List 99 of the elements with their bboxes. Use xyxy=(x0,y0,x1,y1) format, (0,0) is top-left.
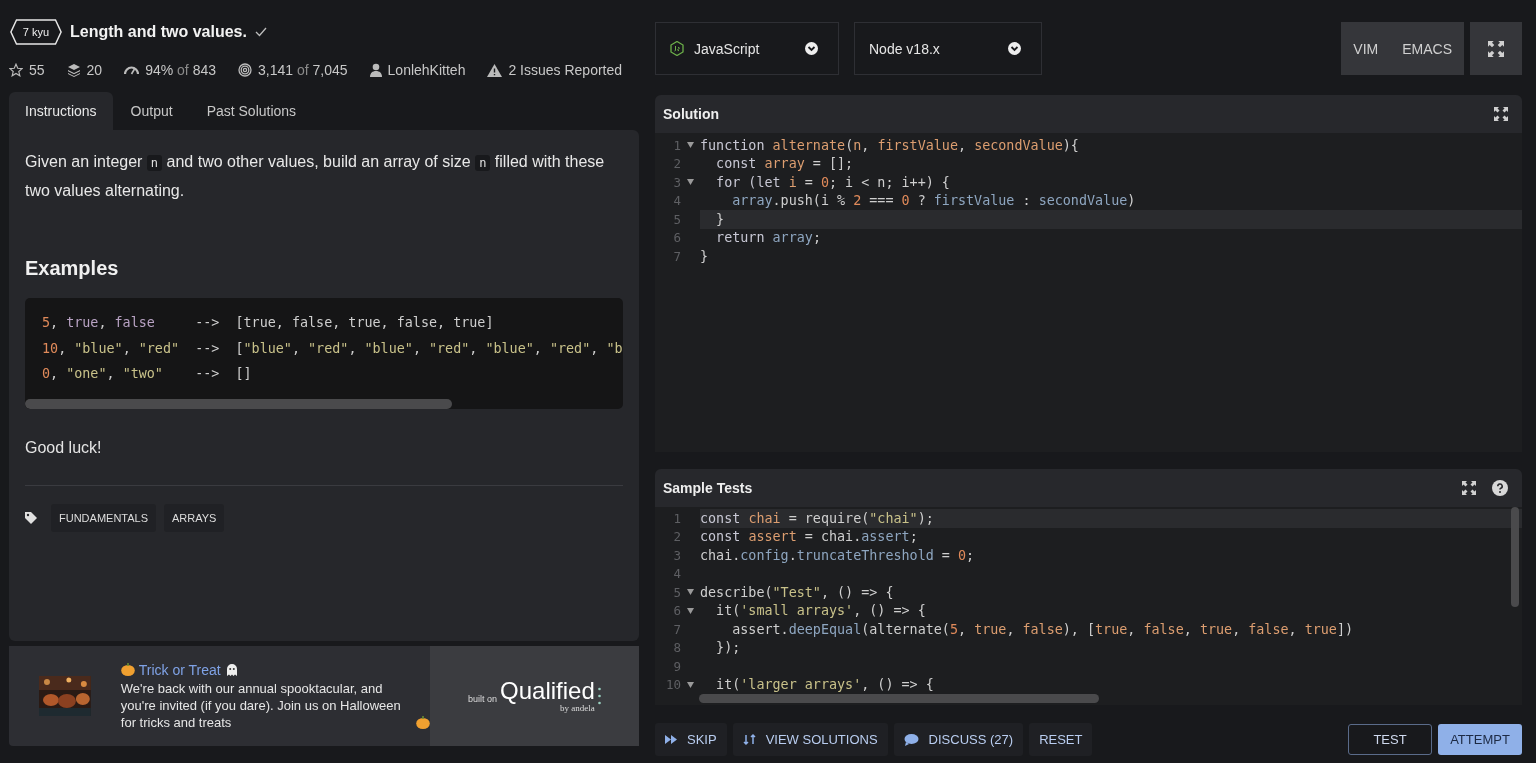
editor-mode-button[interactable]: EMACS xyxy=(1390,22,1464,75)
built-on-text: built on xyxy=(468,694,497,704)
completions-stat: 3,141 of 7,045 xyxy=(258,62,348,78)
brand-byline: by andela xyxy=(560,703,595,713)
fold-arrow-icon[interactable] xyxy=(687,589,694,596)
fold-arrow-icon[interactable] xyxy=(687,179,694,186)
line-number: 9 xyxy=(672,658,681,674)
tag[interactable]: FUNDAMENTALS xyxy=(51,504,157,532)
fullscreen-button[interactable] xyxy=(1470,22,1522,75)
caret-icon xyxy=(805,42,818,55)
line-number: 7 xyxy=(672,621,681,637)
language-dropdown[interactable]: JavaScript xyxy=(655,22,839,75)
expand-icon[interactable] xyxy=(1462,481,1476,495)
description-text: Given an integer n and two other values, build an array of size n filled with these two values alternating. xyxy=(25,152,606,201)
scrollbar-thumb[interactable] xyxy=(699,694,1099,703)
closing-text: Good luck! xyxy=(25,439,103,457)
fold-arrow-icon[interactable] xyxy=(687,681,694,688)
kata-title: Length and two values. xyxy=(70,23,247,41)
panel-title: Sample Tests xyxy=(663,480,753,496)
scrollbar-thumb[interactable] xyxy=(1511,507,1519,607)
attempt-button[interactable]: ATTEMPT xyxy=(1438,724,1522,755)
line-number: 3 xyxy=(672,547,681,563)
help-icon[interactable] xyxy=(1492,480,1508,496)
code-line: const assert = chai.assert; xyxy=(700,529,918,545)
target-icon xyxy=(238,63,252,77)
collections-stat: 20 xyxy=(86,62,103,78)
pumpkin-icon xyxy=(120,663,135,676)
layers-icon xyxy=(66,63,81,77)
line-number: 1 xyxy=(672,510,681,526)
code-line: 10, "blue", "red" --> ["blue", "red", "blue", "red", "blue", "red", "b xyxy=(42,339,623,358)
code-line: chai.config.truncateThreshold = 0; xyxy=(700,547,975,563)
line-number: 7 xyxy=(672,248,681,264)
line-number: 4 xyxy=(672,566,681,582)
swap-arrows-icon xyxy=(742,733,756,746)
code-line: } xyxy=(715,211,725,227)
line-number: 5 xyxy=(672,211,681,227)
code-line: 0, "one", "two" --> [] xyxy=(42,365,252,383)
tag-icon xyxy=(25,512,37,524)
discuss-button[interactable]: DISCUSS (27) xyxy=(893,723,1024,756)
solutions-button[interactable]: VIEW SOLUTIONS xyxy=(732,723,888,756)
rank-badge: 7 kyu xyxy=(10,19,62,45)
tag[interactable]: ARRAYS xyxy=(164,504,225,532)
code-line: }); xyxy=(715,640,741,656)
expand-icon xyxy=(1488,40,1504,57)
code-line: for (let i = 0; i < n; i++) { xyxy=(715,174,950,190)
editor-mode-button[interactable]: VIM xyxy=(1341,22,1391,75)
line-number: 2 xyxy=(672,529,681,545)
code-line: 5, true, false --> [true, false, true, false, true] xyxy=(42,314,494,332)
js-logo-icon xyxy=(670,41,684,56)
scrollbar-thumb[interactable] xyxy=(25,399,452,409)
code-line: function alternate(n, firstValue, secondValue){ xyxy=(700,137,1079,153)
user-icon xyxy=(369,63,382,77)
line-number: 2 xyxy=(672,156,681,172)
fold-arrow-icon[interactable] xyxy=(687,142,694,149)
ghost-icon xyxy=(224,662,239,677)
line-number: 6 xyxy=(672,230,681,246)
tab[interactable]: Output xyxy=(114,92,189,130)
line-number: 8 xyxy=(672,640,681,656)
gauge-icon xyxy=(124,65,140,75)
line-number: 4 xyxy=(672,193,681,209)
code-line: assert.deepEqual(alternate(5, true, false), [true, false, true, false, true]) xyxy=(731,621,1354,637)
stars-stat: 55 xyxy=(29,62,45,78)
expand-icon[interactable] xyxy=(1494,107,1508,121)
line-number: 10 xyxy=(664,677,681,693)
panel-title: Solution xyxy=(663,106,719,122)
caret-icon xyxy=(1008,42,1021,55)
code-line: describe("Test", () => { xyxy=(700,584,894,600)
code-line: } xyxy=(700,248,709,264)
reset-button[interactable]: RESET xyxy=(1029,723,1093,756)
line-number: 1 xyxy=(672,137,681,153)
fold-arrow-icon[interactable] xyxy=(687,607,694,614)
code-line: array.push(i % 2 === 0 ? firstValue : secondValue) xyxy=(731,193,1136,209)
brand-name[interactable]: Qualified xyxy=(500,679,595,703)
star-icon xyxy=(9,63,23,77)
code-line: return array; xyxy=(715,230,821,246)
tab[interactable]: Past Solutions xyxy=(190,92,313,130)
promo-text: We're back with our annual spooktacular, and you're invited (if you dare). Join us on Halloween for tricks and treats xyxy=(120,679,402,731)
warning-icon xyxy=(487,63,503,77)
tab[interactable]: Instructions xyxy=(9,92,113,130)
line-number: 5 xyxy=(672,584,681,600)
code-line: const array = []; xyxy=(715,156,854,172)
promo-link[interactable]: Trick or Treat xyxy=(138,661,221,678)
chat-bubble-icon xyxy=(903,733,919,746)
code-line: it('small arrays', () => { xyxy=(715,603,926,619)
skip-button[interactable]: SKIP xyxy=(655,723,727,756)
code-line: const chai = require("chai"); xyxy=(700,510,934,526)
test-button[interactable]: TEST xyxy=(1348,724,1432,755)
author-stat[interactable]: LonlehKitteh xyxy=(387,62,466,78)
issues-stat[interactable]: 2 Issues Reported xyxy=(508,62,623,78)
code-line: it('larger arrays', () => { xyxy=(715,677,934,693)
dots-icon xyxy=(597,687,601,705)
line-number: 6 xyxy=(672,603,681,619)
code-editor[interactable]: 1 function alternate(n, firstValue, secondValue){ 2 const array = []; 3 for (let i = 0; i < n; i++) { 4 array.push(i % 2 === 0 ? firstValue : secondValue) 5 } 6 return array; 7 } xyxy=(655,133,1522,452)
section-heading: Examples xyxy=(25,257,120,280)
pumpkin-icon xyxy=(415,715,430,729)
version-dropdown[interactable]: Node v18.x xyxy=(854,22,1042,75)
fast-forward-icon xyxy=(665,735,677,744)
line-number: 3 xyxy=(672,174,681,190)
rating-stat: 94% of 843 xyxy=(145,62,216,78)
